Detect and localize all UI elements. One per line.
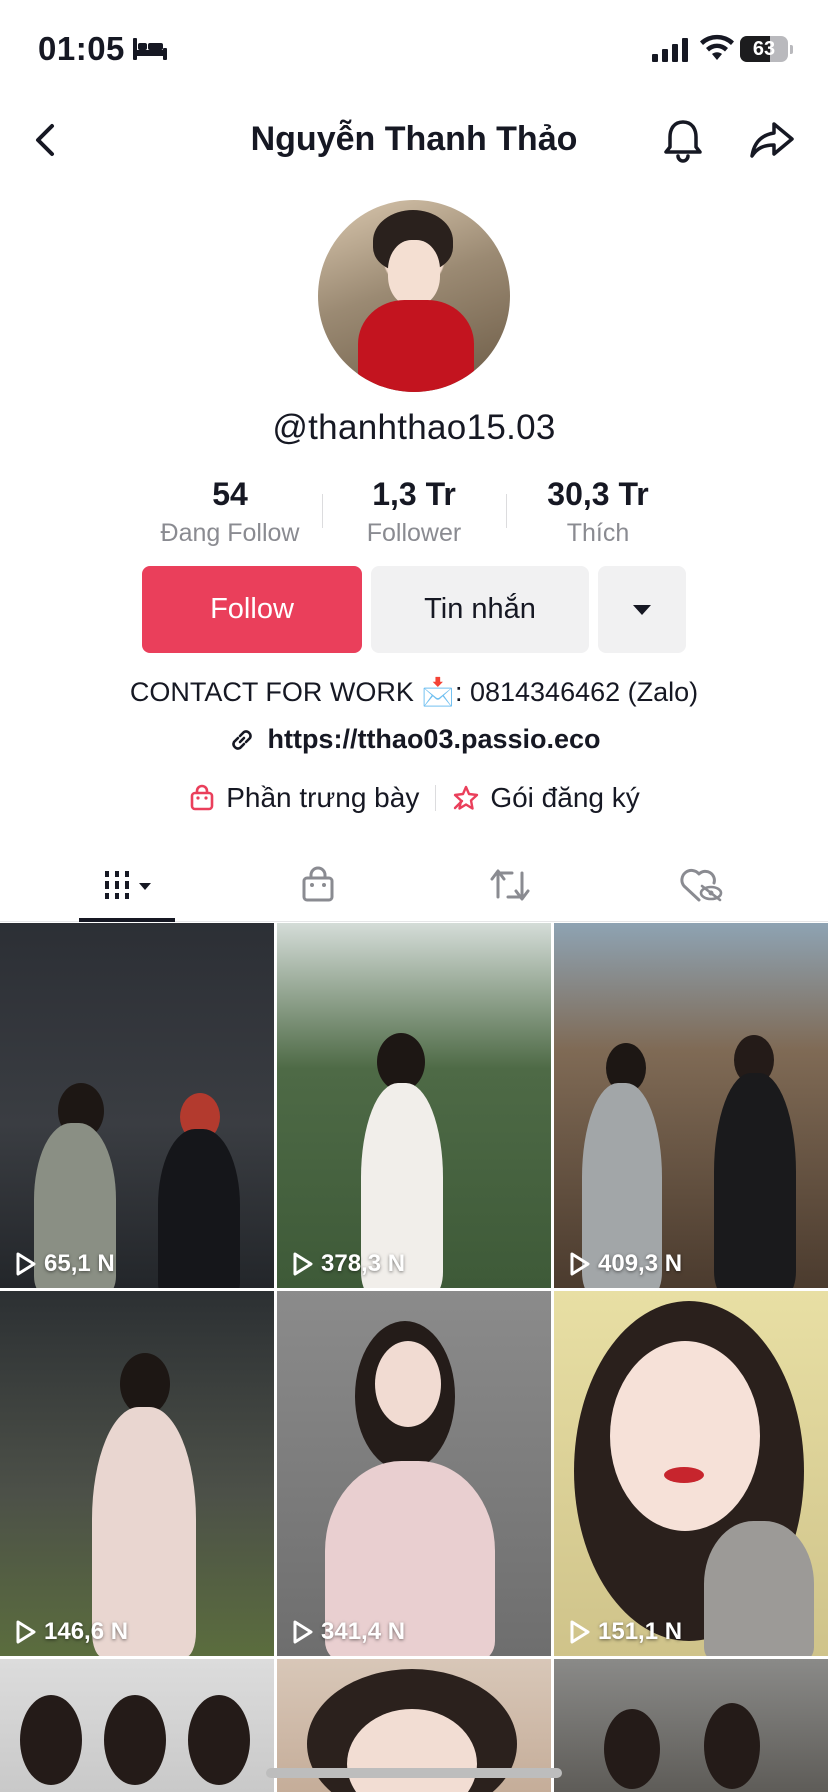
view-count-text: 65,1 N [44, 1250, 115, 1277]
clock: 01:05 [38, 30, 125, 67]
tab-shop[interactable] [214, 848, 421, 922]
message-button[interactable]: Tin nhắn [371, 566, 589, 653]
view-count: 65,1 N [12, 1250, 115, 1278]
likes-label: Thích [566, 519, 630, 547]
view-count-text: 378,3 N [321, 1250, 406, 1277]
share-arrow-icon[interactable] [746, 116, 798, 164]
video-thumbnail[interactable]: 341,4 N [277, 1291, 551, 1656]
subscription-link[interactable]: Gói đăng ký [452, 782, 640, 814]
video-thumbnail[interactable]: 65,1 N [0, 923, 274, 1288]
tab-liked[interactable] [597, 848, 804, 922]
view-count: 378,3 N [289, 1250, 405, 1278]
suggested-accounts-button[interactable] [598, 566, 686, 653]
bio-text: CONTACT FOR WORK [129, 677, 422, 707]
view-count-text: 151,1 N [598, 1618, 683, 1645]
video-grid: 65,1 N 378,3 N 409,3 N 146,6 N 341,4 N 1… [0, 923, 828, 1792]
battery-percent: 63 [752, 38, 776, 60]
profile-bio: CONTACT FOR WORK 📩: 0814346462 (Zalo) [0, 676, 828, 708]
profile-extras: Phần trưng bày Gói đăng ký [0, 782, 828, 814]
shopping-bag-icon [190, 784, 214, 811]
followers-count: 1,3 Tr [372, 476, 456, 512]
following-count: 54 [212, 476, 248, 512]
video-thumbnail[interactable]: 146,6 N [0, 1291, 274, 1656]
battery-indicator: 63 [740, 36, 793, 62]
grid-icon [104, 871, 151, 899]
bio-link[interactable]: https://tthao03.passio.eco [0, 724, 828, 755]
bag-icon [302, 866, 333, 902]
view-count-text: 146,6 N [44, 1618, 129, 1645]
view-count: 341,4 N [289, 1618, 405, 1646]
stat-followers[interactable]: 1,3 Tr Follower [322, 476, 506, 548]
tab-videos[interactable] [23, 848, 230, 922]
video-thumbnail[interactable]: 409,3 N [554, 923, 828, 1288]
extras-divider [435, 785, 437, 811]
bio-contact: : 0814346462 (Zalo) [454, 677, 699, 707]
showcase-label: Phần trưng bày [226, 782, 420, 813]
followers-label: Follower [366, 519, 462, 547]
play-icon [570, 1620, 590, 1644]
view-count: 409,3 N [566, 1250, 682, 1278]
video-thumbnail[interactable] [554, 1659, 828, 1792]
username-handle: @thanhthao15.03 [272, 408, 556, 447]
subscription-label: Gói đăng ký [490, 782, 640, 813]
likes-count: 30,3 Tr [547, 476, 649, 512]
play-icon [293, 1252, 313, 1276]
profile-avatar[interactable] [318, 200, 510, 392]
view-count: 151,1 N [566, 1618, 682, 1646]
repost-icon [490, 869, 529, 901]
following-label: Đang Follow [160, 519, 300, 547]
play-icon [570, 1252, 590, 1276]
status-bar: 01:05 63 [0, 0, 828, 100]
video-thumbnail[interactable]: 151,1 N [554, 1291, 828, 1656]
tab-reposts[interactable] [406, 848, 613, 922]
stat-following[interactable]: 54 Đang Follow [138, 476, 322, 548]
video-thumbnail[interactable] [0, 1659, 274, 1792]
showcase-link[interactable]: Phần trưng bày [188, 782, 419, 814]
envelope-emoji-icon: 📩 [421, 677, 455, 707]
play-icon [293, 1620, 313, 1644]
hidden-heart-icon [679, 868, 722, 902]
view-count: 146,6 N [12, 1618, 128, 1646]
home-indicator [266, 1768, 562, 1778]
play-icon [16, 1620, 36, 1644]
active-tab-indicator [79, 918, 175, 922]
video-thumbnail[interactable]: 378,3 N [277, 923, 551, 1288]
play-icon [16, 1252, 36, 1276]
view-count-text: 341,4 N [321, 1618, 406, 1645]
view-count-text: 409,3 N [598, 1250, 683, 1277]
bio-link-url: https://tthao03.passio.eco [267, 724, 601, 754]
profile-header: Nguyễn Thanh Thảo [0, 100, 828, 180]
subscription-star-icon [454, 785, 479, 810]
sleep-mode-icon [133, 38, 167, 60]
cellular-signal-icon [652, 38, 688, 62]
wifi-icon [700, 34, 734, 60]
caret-down-icon [633, 604, 651, 615]
stat-likes[interactable]: 30,3 Tr Thích [506, 476, 690, 548]
notification-bell-icon[interactable] [660, 116, 706, 164]
profile-tabs [0, 848, 828, 922]
link-chain-icon [232, 729, 253, 750]
follow-button[interactable]: Follow [142, 566, 362, 653]
